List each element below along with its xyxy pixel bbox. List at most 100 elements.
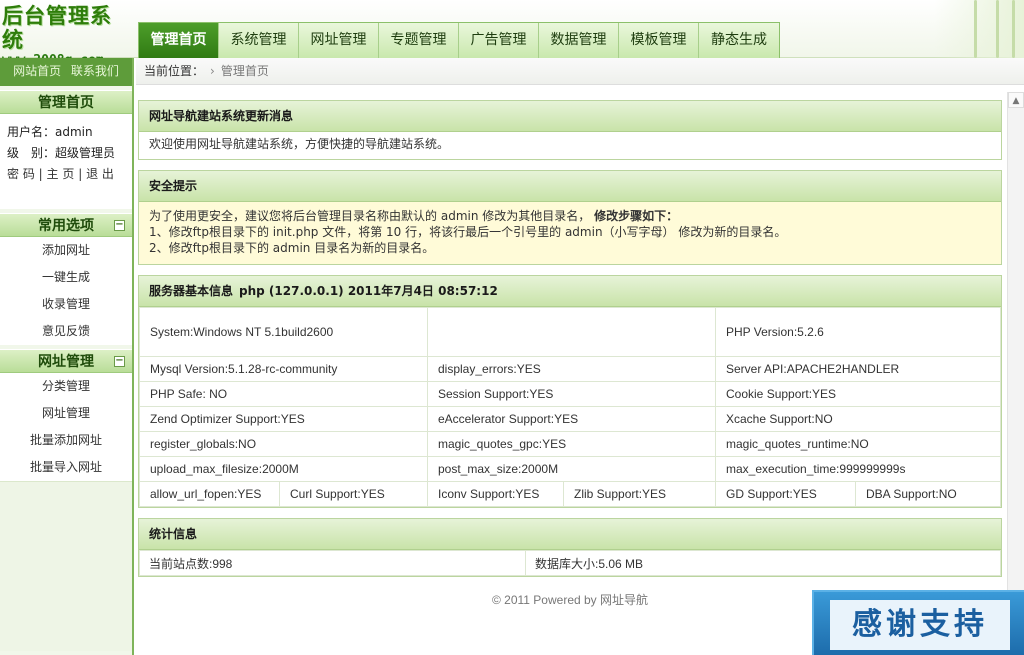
sidebar-item-batch-add[interactable]: 批量添加网址 (0, 427, 132, 454)
table-row: 当前站点数:998 数据库大小:5.06 MB (139, 550, 1001, 576)
table-cell: display_errors:YES (427, 356, 716, 382)
tab-home[interactable]: 管理首页 (139, 23, 219, 59)
table-cell: PHP Version:5.2.6 (715, 307, 1001, 357)
collapse-icon[interactable]: − (114, 356, 125, 367)
server-title: 服务器基本信息 php (127.0.0.1) 2011年7月4日 08:57:1… (139, 276, 1001, 307)
table-row: Zend Optimizer Support:YES eAccelerator … (139, 406, 1001, 432)
security-step1: 1、修改ftp根目录下的 init.php 文件，将第 10 行，将该行最后一个… (149, 225, 787, 239)
table-cell: post_max_size:2000M (427, 456, 716, 482)
table-row: PHP Safe: NO Session Support:YES Cookie … (139, 381, 1001, 407)
main-content: 网址导航建站系统更新消息 欢迎使用网址导航建站系统，方便快捷的导航建站系统。 安… (138, 100, 1002, 608)
table-cell: Server API:APACHE2HANDLER (715, 356, 1001, 382)
thanks-badge: 感谢支持 (812, 590, 1024, 655)
section-url-title: 网址管理 (38, 354, 94, 370)
security-steps-label: 修改步骤如下： (594, 209, 679, 223)
top-nav-tabs: 管理首页 系统管理 网址管理 专题管理 广告管理 数据管理 模板管理 静态生成 (138, 22, 780, 59)
tab-url[interactable]: 网址管理 (299, 23, 379, 58)
table-cell: PHP Safe: NO (139, 381, 428, 407)
stats-title: 统计信息 (139, 519, 1001, 550)
security-panel: 安全提示 为了使用更安全，建议您将后台管理目录名称由默认的 admin 修改为其… (138, 170, 1002, 265)
stats-panel: 统计信息 当前站点数:998 数据库大小:5.06 MB (138, 518, 1002, 577)
breadcrumb: 当前位置： › 管理首页 (136, 58, 1024, 85)
thanks-badge-text: 感谢支持 (830, 600, 1010, 650)
bamboo-decoration (934, 0, 1024, 58)
breadcrumb-current[interactable]: 管理首页 (221, 64, 269, 78)
table-row: allow_url_fopen:YES Curl Support:YES Ico… (139, 481, 1001, 507)
table-cell: magic_quotes_gpc:YES (427, 431, 716, 457)
sidebar-filler (0, 481, 132, 651)
sidebar-item-category[interactable]: 分类管理 (0, 373, 132, 400)
sidebar-item-one-click[interactable]: 一键生成 (0, 264, 132, 291)
sidebar-top-links: 网站首页 联系我们 (0, 58, 132, 86)
table-cell: Xcache Support:NO (715, 406, 1001, 432)
table-cell: magic_quotes_runtime:NO (715, 431, 1001, 457)
link-sep: | (38, 167, 43, 181)
server-subtitle: php (127.0.0.1) 2011年7月4日 08:57:12 (239, 284, 498, 298)
vertical-scrollbar[interactable]: ▲ (1007, 92, 1024, 655)
tab-data[interactable]: 数据管理 (539, 23, 619, 58)
table-cell: max_execution_time:999999999s (715, 456, 1001, 482)
sidebar-item-collect[interactable]: 收录管理 (0, 291, 132, 318)
username-label: 用户名： (7, 125, 56, 139)
security-title: 安全提示 (139, 171, 1001, 202)
news-body: 欢迎使用网址导航建站系统，方便快捷的导航建站系统。 (149, 137, 450, 151)
table-cell: eAccelerator Support:YES (427, 406, 716, 432)
table-row: System:Windows NT 5.1build2600 PHP Versi… (139, 307, 1001, 357)
user-info: 用户名：admin 级 别：超级管理员 密 码 | 主 页 | 退 出 (0, 114, 132, 209)
logout-link[interactable]: 退 出 (86, 167, 114, 181)
section-common-title: 常用选项 (38, 218, 94, 234)
username: admin (55, 125, 93, 139)
scroll-up-icon[interactable]: ▲ (1008, 92, 1024, 108)
table-cell: upload_max_filesize:2000M (139, 456, 428, 482)
tab-static[interactable]: 静态生成 (699, 23, 779, 58)
security-admin: admin (440, 209, 479, 223)
logo-title: 后台管理系统 (2, 4, 112, 52)
sidebar-item-batch-import[interactable]: 批量导入网址 (0, 454, 132, 481)
table-cell: System:Windows NT 5.1build2600 (139, 307, 428, 357)
table-cell: Zend Optimizer Support:YES (139, 406, 428, 432)
security-step2: 2、修改ftp根目录下的 admin 目录名为新的目录名。 (149, 241, 435, 255)
table-cell: Session Support:YES (427, 381, 716, 407)
user-level: 超级管理员 (55, 146, 116, 160)
table-cell: Cookie Support:YES (715, 381, 1001, 407)
news-title: 网址导航建站系统更新消息 (139, 101, 1001, 132)
section-common-header[interactable]: 常用选项 − (0, 213, 132, 237)
sidebar-item-url-manage[interactable]: 网址管理 (0, 400, 132, 427)
table-row: register_globals:NO magic_quotes_gpc:YES… (139, 431, 1001, 457)
main-page-link[interactable]: 主 页 (47, 167, 75, 181)
news-panel: 网址导航建站系统更新消息 欢迎使用网址导航建站系统，方便快捷的导航建站系统。 (138, 100, 1002, 160)
table-cell: GD Support:YES (715, 481, 856, 507)
section-url-header[interactable]: 网址管理 − (0, 349, 132, 373)
table-cell: Zlib Support:YES (563, 481, 716, 507)
tab-system[interactable]: 系统管理 (219, 23, 299, 58)
table-cell (427, 307, 716, 357)
security-line1: 为了使用更安全，建议您将后台管理目录名称由默认的 (149, 209, 438, 223)
server-panel: 服务器基本信息 php (127.0.0.1) 2011年7月4日 08:57:1… (138, 275, 1002, 508)
tab-topic[interactable]: 专题管理 (379, 23, 459, 58)
sidebar: 网站首页 联系我们 管理首页 用户名：admin 级 别：超级管理员 密 码 |… (0, 58, 134, 655)
security-line1-rest: 修改为其他目录名， (482, 209, 591, 223)
breadcrumb-separator-icon: › (210, 64, 215, 78)
table-cell: Iconv Support:YES (427, 481, 564, 507)
user-links: 密 码 | 主 页 | 退 出 (7, 164, 132, 185)
table-cell: register_globals:NO (139, 431, 428, 457)
server-info-table: System:Windows NT 5.1build2600 PHP Versi… (139, 307, 1001, 507)
security-body: 为了使用更安全，建议您将后台管理目录名称由默认的 admin 修改为其他目录名，… (139, 202, 1001, 264)
contact-link[interactable]: 联系我们 (71, 64, 119, 78)
link-sep: | (78, 167, 83, 181)
collapse-icon[interactable]: − (114, 220, 125, 231)
table-cell: DBA Support:NO (855, 481, 1001, 507)
db-size: 数据库大小:5.06 MB (525, 550, 1001, 576)
server-title-text: 服务器基本信息 (149, 284, 234, 298)
table-cell: Mysql Version:5.1.28-rc-community (139, 356, 428, 382)
tab-ads[interactable]: 广告管理 (459, 23, 539, 58)
site-count: 当前站点数:998 (139, 550, 526, 576)
site-home-link[interactable]: 网站首页 (13, 64, 61, 78)
tab-template[interactable]: 模板管理 (619, 23, 699, 58)
table-row: upload_max_filesize:2000M post_max_size:… (139, 456, 1001, 482)
table-cell: Curl Support:YES (279, 481, 428, 507)
password-link[interactable]: 密 码 (7, 167, 35, 181)
sidebar-item-feedback[interactable]: 意见反馈 (0, 318, 132, 345)
sidebar-home-title[interactable]: 管理首页 (0, 90, 132, 114)
sidebar-item-add-url[interactable]: 添加网址 (0, 237, 132, 264)
